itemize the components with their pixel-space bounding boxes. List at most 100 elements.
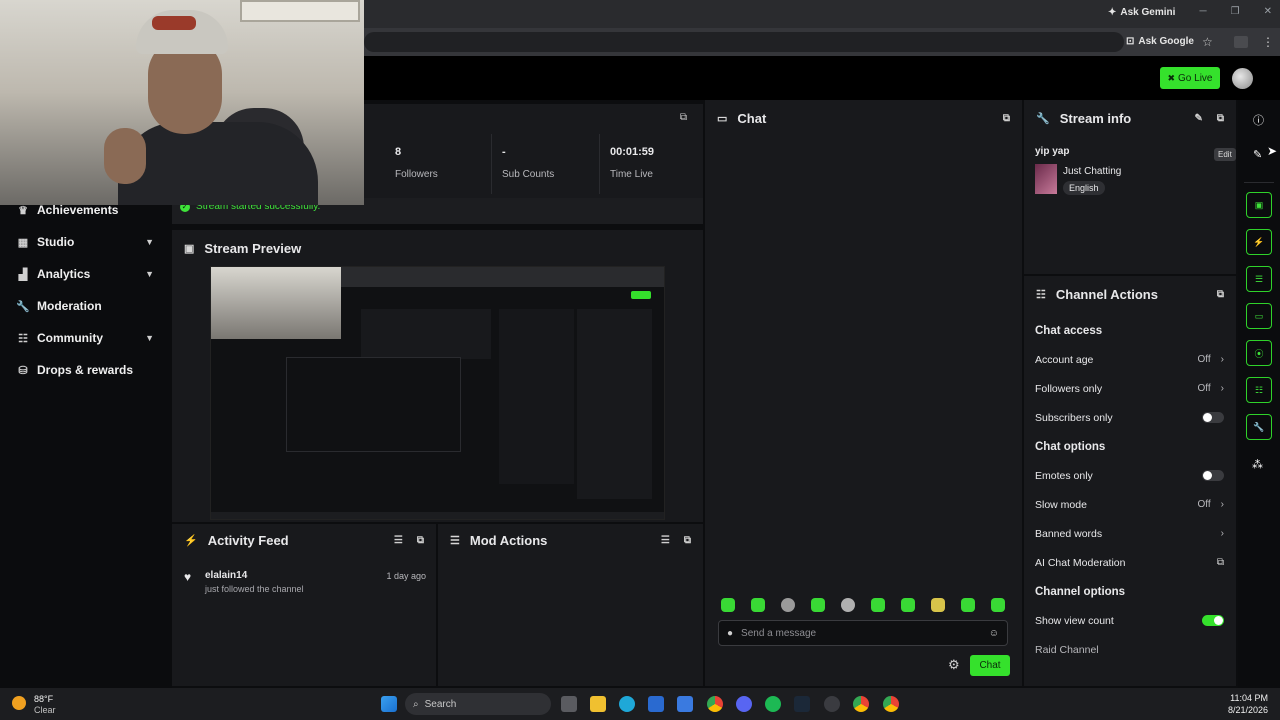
filter-icon[interactable]: ☰ xyxy=(394,535,403,546)
rail-preview-icon[interactable]: ▣ xyxy=(1246,192,1272,218)
emote-icon[interactable] xyxy=(721,598,735,612)
filter-icon[interactable]: ☰ xyxy=(661,535,670,546)
section-chat-options: Chat options xyxy=(1035,440,1106,453)
sidebar-item-moderation[interactable]: 🔧 Moderation xyxy=(0,290,172,322)
popout-icon[interactable]: ⧉ xyxy=(1003,113,1010,124)
weather-temp[interactable]: 88°F xyxy=(34,694,53,704)
task-view-icon[interactable] xyxy=(561,696,577,712)
chevron-down-icon: ▼ xyxy=(145,237,154,247)
taskbar-search[interactable]: ⌕ Search xyxy=(405,693,551,715)
minimize-icon[interactable]: ─ xyxy=(1200,6,1207,17)
list-icon: ☰ xyxy=(450,534,460,547)
webcam-overlay xyxy=(0,0,364,205)
emote-icon[interactable] xyxy=(961,598,975,612)
maximize-icon[interactable]: ❐ xyxy=(1231,6,1240,17)
emote-icon[interactable] xyxy=(811,598,825,612)
chat-send-button[interactable]: Chat xyxy=(970,655,1010,676)
popout-icon[interactable]: ⧉ xyxy=(684,535,691,546)
show-view-count-toggle[interactable] xyxy=(1202,615,1224,626)
followers-only-row[interactable]: Followers only Off › xyxy=(1024,374,1236,403)
mod-actions-panel: ☰ Mod Actions ☰ ⧉ xyxy=(438,524,703,686)
emote-icon[interactable] xyxy=(841,598,855,612)
address-bar[interactable] xyxy=(364,32,1124,52)
windows-start-icon[interactable] xyxy=(381,696,397,712)
emote-icon[interactable] xyxy=(901,598,915,612)
go-live-button[interactable]: ✖ Go Live xyxy=(1160,67,1220,89)
weather-desc: Clear xyxy=(34,705,56,715)
ask-gemini-button[interactable]: ✦ Ask Gemini xyxy=(1108,7,1175,18)
lightning-icon: ⚡ xyxy=(184,534,198,547)
emote-icon[interactable] xyxy=(991,598,1005,612)
chrome-icon[interactable] xyxy=(883,696,899,712)
slow-mode-row[interactable]: Slow mode Off › xyxy=(1024,490,1236,519)
sidebar-item-community[interactable]: ☷ Community ▼ xyxy=(0,322,172,354)
rail-chat-icon[interactable]: ▭ xyxy=(1246,303,1272,329)
emote-icon[interactable] xyxy=(751,598,765,612)
chevron-right-icon: › xyxy=(1220,499,1224,510)
language-tag[interactable]: English xyxy=(1063,181,1105,195)
calendar-icon[interactable] xyxy=(677,696,693,712)
spotify-icon[interactable] xyxy=(765,696,781,712)
preview-webcam-thumbnail xyxy=(211,267,341,339)
stream-info-header: 🔧 Stream info ✎ ⧉ xyxy=(1036,110,1224,126)
chat-settings-gear-icon[interactable]: ⚙ xyxy=(948,657,960,673)
preview-panel xyxy=(577,309,652,499)
emotes-only-toggle[interactable] xyxy=(1202,470,1224,481)
user-avatar[interactable] xyxy=(1232,68,1253,89)
chrome-icon[interactable] xyxy=(853,696,869,712)
edit-pencil-icon[interactable]: ✎ xyxy=(1194,113,1202,124)
discord-icon[interactable] xyxy=(736,696,752,712)
bookmark-star-icon[interactable]: ☆ xyxy=(1202,35,1213,49)
sidebar-item-drops-rewards[interactable]: ⛁ Drops & rewards xyxy=(0,354,172,386)
rail-activity-icon[interactable]: ⚡ xyxy=(1246,229,1272,255)
preview-panel xyxy=(361,309,491,359)
stream-category[interactable]: Just Chatting xyxy=(1063,166,1121,177)
obs-icon[interactable] xyxy=(824,696,840,712)
gemini-icon: ✦ xyxy=(1108,7,1117,18)
rail-list-icon[interactable]: ☰ xyxy=(1246,266,1272,292)
stat-followers: 8 Followers xyxy=(395,146,438,180)
clock-time[interactable]: 11:04 PM xyxy=(1208,693,1268,703)
activity-text: just followed the channel xyxy=(205,584,304,594)
raid-channel-row[interactable]: Raid Channel xyxy=(1024,635,1236,664)
windows-taskbar: 88°F Clear 11:04 PM 8/21/2026 xyxy=(0,688,1280,720)
chrome-icon[interactable] xyxy=(707,696,723,712)
rail-broadcast-icon[interactable]: ⦿ xyxy=(1246,340,1272,366)
banned-words-row[interactable]: Banned words › xyxy=(1024,519,1236,548)
divider xyxy=(599,134,600,194)
account-age-row[interactable]: Account age Off › xyxy=(1024,345,1236,374)
edge-icon[interactable] xyxy=(619,696,635,712)
mouse-cursor-icon: ➤ xyxy=(1267,144,1278,158)
ai-chat-moderation-row[interactable]: AI Chat Moderation ⧉ xyxy=(1024,548,1236,577)
store-icon[interactable] xyxy=(648,696,664,712)
chat-input[interactable]: ● Send a message ☺ xyxy=(718,620,1008,646)
file-explorer-icon[interactable] xyxy=(590,696,606,712)
wall-poster xyxy=(240,0,360,22)
sidebar-item-studio[interactable]: ▦ Studio ▼ xyxy=(0,226,172,258)
popout-icon[interactable]: ⧉ xyxy=(1217,289,1224,300)
monitor-icon: ▣ xyxy=(184,242,195,255)
steam-icon[interactable] xyxy=(794,696,810,712)
rail-wrench-icon[interactable]: 🔧 xyxy=(1246,414,1272,440)
emote-icon[interactable] xyxy=(781,598,795,612)
edit-pencil-icon[interactable]: ✎ xyxy=(1253,148,1262,161)
stream-preview-video[interactable] xyxy=(210,266,665,520)
subscribers-only-toggle[interactable] xyxy=(1202,412,1224,423)
emoji-icon[interactable]: ☺ xyxy=(989,628,999,639)
close-icon[interactable]: ✕ xyxy=(1264,6,1272,17)
extension-icon[interactable] xyxy=(1234,36,1248,48)
emote-icon[interactable] xyxy=(871,598,885,612)
popout-icon[interactable]: ⧉ xyxy=(1217,113,1224,124)
emote-icon[interactable] xyxy=(931,598,945,612)
info-icon[interactable]: ⓘ xyxy=(1253,112,1264,128)
add-widget-icon[interactable]: ⁂ xyxy=(1252,458,1263,471)
ask-google-button[interactable]: ⊡ Ask Google xyxy=(1126,36,1194,47)
right-rail: ⓘ ✎ ➤ ▣ ⚡ ☰ ▭ ⦿ ☷ 🔧 ⁂ xyxy=(1238,100,1280,688)
sidebar-item-analytics[interactable]: ▟ Analytics ▼ xyxy=(0,258,172,290)
popout-icon[interactable]: ⧉ xyxy=(680,112,687,123)
chevron-right-icon: › xyxy=(1220,354,1224,365)
popout-icon[interactable]: ⧉ xyxy=(417,535,424,546)
browser-menu-icon[interactable]: ⋮ xyxy=(1262,35,1274,49)
divider xyxy=(1244,182,1274,183)
rail-sliders-icon[interactable]: ☷ xyxy=(1246,377,1272,403)
